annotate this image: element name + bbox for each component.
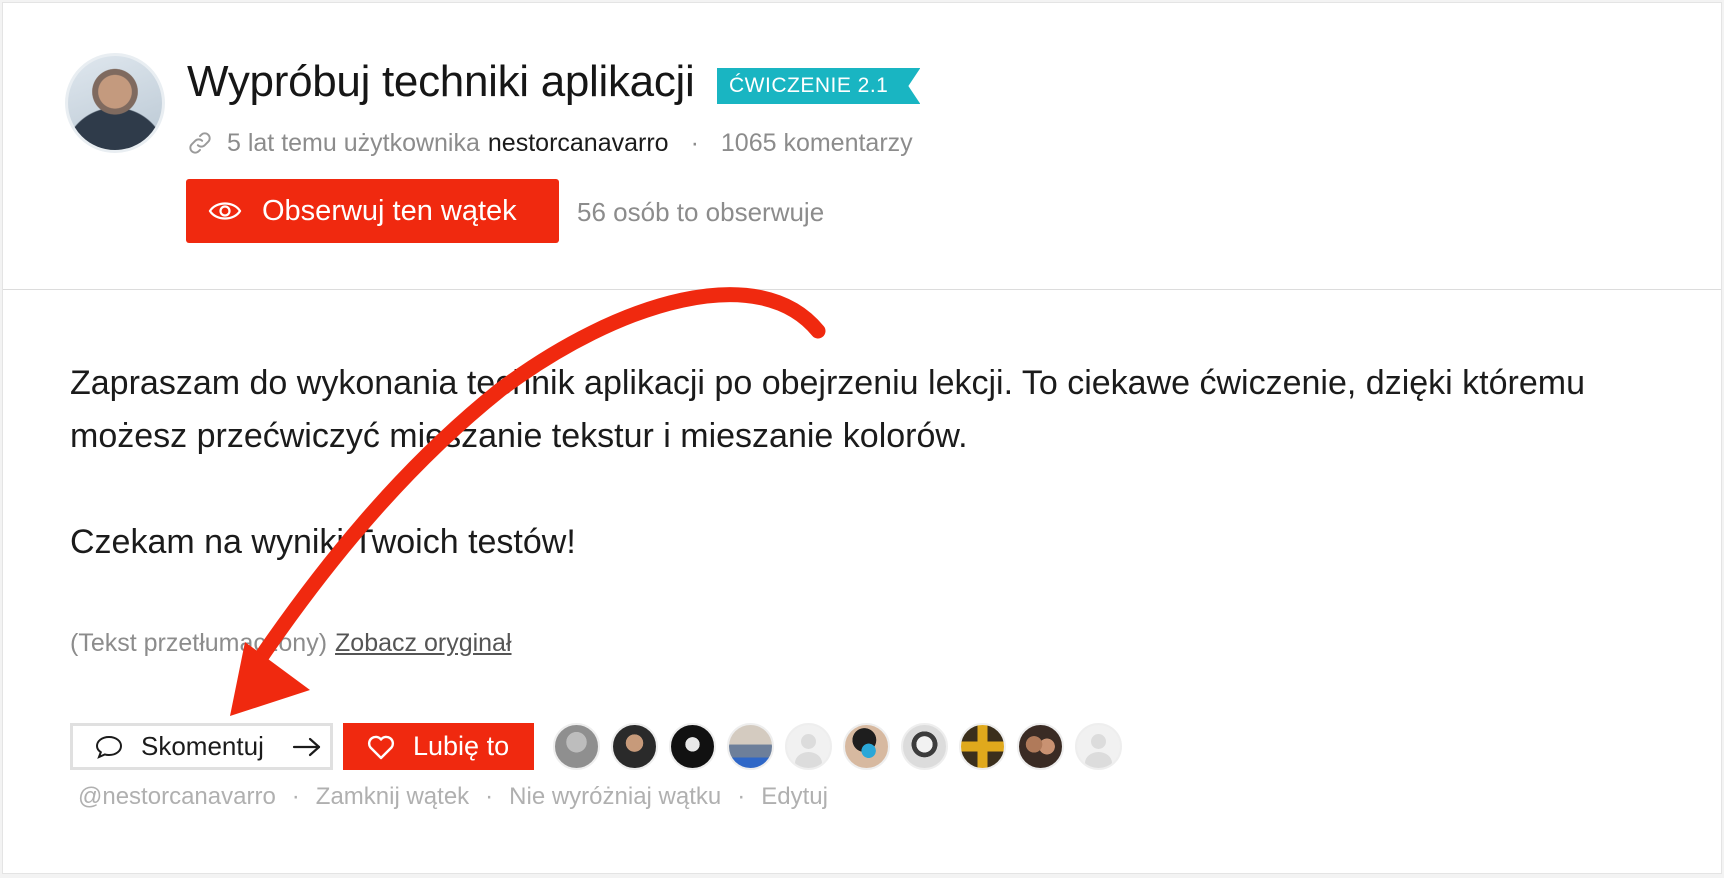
liker-avatar[interactable] (901, 723, 948, 770)
translation-note: (Tekst przetłumaczony) Zobacz oryginał (70, 629, 512, 658)
liker-avatar[interactable] (669, 723, 716, 770)
liker-avatar[interactable] (611, 723, 658, 770)
liker-avatar[interactable] (727, 723, 774, 770)
translated-label: (Tekst przetłumaczony) (70, 629, 328, 657)
liker-avatar-placeholder[interactable] (1075, 723, 1122, 770)
liker-avatar[interactable] (1017, 723, 1064, 770)
like-button-label: Lubię to (413, 731, 510, 761)
follow-thread-label: Obserwuj ten wątek (262, 194, 517, 227)
body-paragraph-closing: Czekam na wyniki Twoich testów! (70, 523, 576, 561)
unfeature-thread-link[interactable]: Nie wyróżniaj wątku (509, 783, 721, 811)
liker-avatar[interactable] (553, 723, 600, 770)
eye-icon (208, 202, 242, 220)
link-icon[interactable] (187, 130, 213, 156)
liker-avatar[interactable] (843, 723, 890, 770)
liker-avatar[interactable] (959, 723, 1006, 770)
heart-icon (367, 735, 395, 759)
follow-thread-button[interactable]: Obserwuj ten wątek (186, 179, 559, 243)
liker-avatar-placeholder[interactable] (785, 723, 832, 770)
action-separator: · (291, 783, 300, 810)
like-button[interactable]: Lubię to (343, 723, 534, 770)
view-original-link[interactable]: Zobacz oryginał (335, 629, 511, 657)
thread-header: Wypróbuj techniki aplikacji ĆWICZENIE 2.… (3, 3, 1721, 290)
action-separator: · (737, 783, 746, 810)
posted-time: 5 lat temu użytkownika (227, 128, 480, 157)
thread-actions: @nestorcanavarro · Zamknij wątek · Nie w… (78, 783, 828, 811)
comment-button-label: Skomentuj (141, 731, 264, 761)
thread-card: Wypróbuj techniki aplikacji ĆWICZENIE 2.… (2, 2, 1722, 874)
meta-separator: · (690, 128, 699, 157)
body-paragraph: Zapraszam do wykonania technik aplikacji… (70, 364, 1585, 455)
likers-avatars (553, 723, 1122, 770)
thread-body: Zapraszam do wykonania technik aplikacji… (70, 357, 1630, 569)
thread-meta: 5 lat temu użytkownika nestorcanavarro ·… (187, 127, 913, 159)
followers-count: 56 osób to obserwuje (577, 197, 825, 227)
mention-author-link[interactable]: @nestorcanavarro (78, 783, 276, 811)
edit-thread-link[interactable]: Edytuj (761, 783, 828, 811)
close-thread-link[interactable]: Zamknij wątek (316, 783, 469, 811)
comment-button[interactable]: Skomentuj (70, 723, 333, 770)
action-separator: · (485, 783, 494, 810)
exercise-badge: ĆWICZENIE 2.1 (717, 68, 920, 104)
arrow-right-icon (292, 737, 320, 756)
speech-bubble-icon (95, 735, 123, 759)
comment-count[interactable]: 1065 komentarzy (721, 129, 913, 158)
thread-title: Wypróbuj techniki aplikacji (187, 57, 695, 106)
author-avatar[interactable] (65, 53, 165, 153)
author-link[interactable]: nestorcanavarro (488, 129, 669, 158)
